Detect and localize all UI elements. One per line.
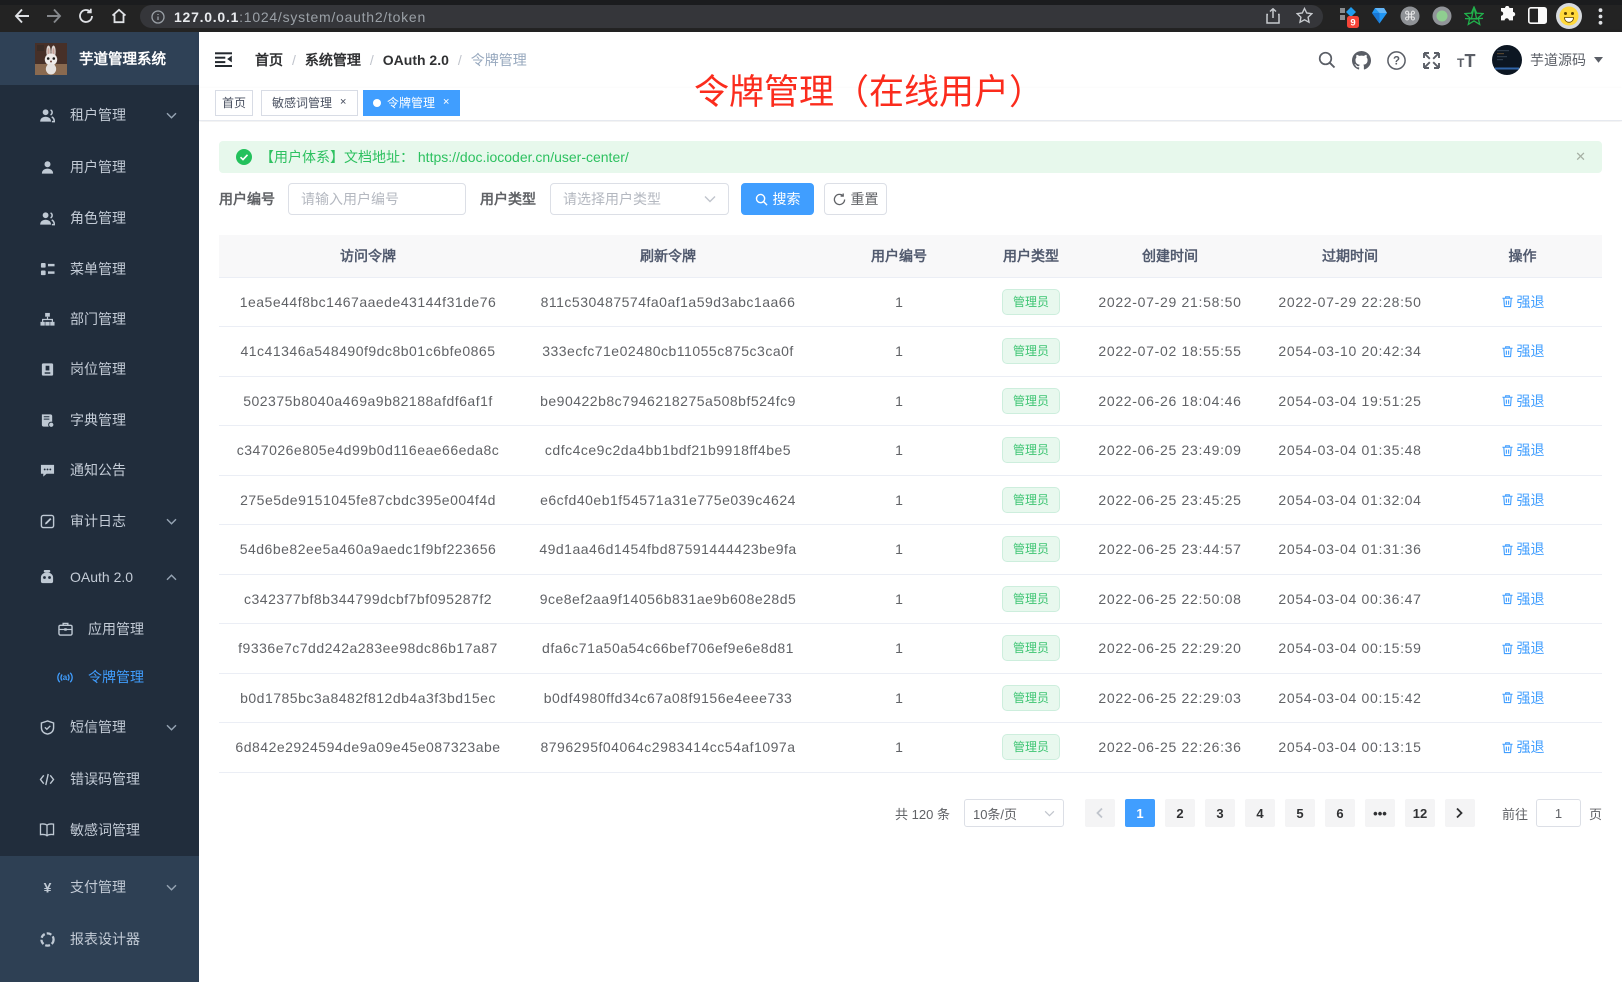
svg-text:a: a: [63, 673, 68, 682]
svg-text:⌘: ⌘: [1404, 9, 1417, 24]
svg-text:?: ?: [1393, 55, 1400, 67]
svg-text:¥: ¥: [43, 880, 51, 895]
svg-text:T: T: [1465, 51, 1476, 70]
svg-text:9: 9: [1350, 18, 1355, 29]
